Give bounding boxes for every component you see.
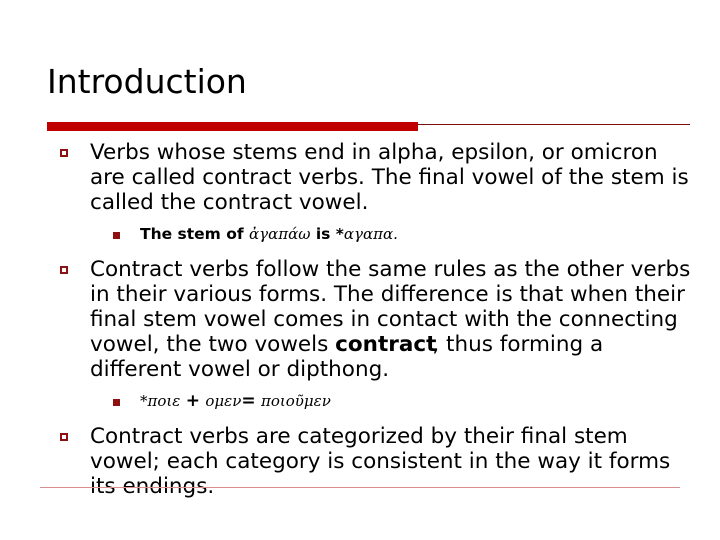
- formula-result: ποιοῦμεν: [261, 392, 331, 410]
- bullet-item-2: Contract verbs follow the same rules as …: [0, 257, 720, 382]
- formula-term-2: ομεν: [205, 392, 242, 410]
- page-title: Introduction: [47, 62, 247, 101]
- title-underline-rule: [47, 122, 690, 131]
- formula-plus-operator: +: [185, 391, 200, 411]
- sub-bullet-item-2: *ποιε + ομεν= ποιοῦμεν: [0, 390, 720, 412]
- bullet-2-bold-word: contract: [335, 332, 437, 357]
- slide-body: Verbs whose stems end in alpha, epsilon,…: [0, 140, 720, 499]
- bullet-item-1-text: Verbs whose stems end in alpha, epsilon,…: [90, 140, 689, 215]
- formula-equals-operator: =: [241, 391, 256, 411]
- square-outline-bullet-icon: [60, 149, 68, 157]
- bullet-item-2-text: Contract verbs follow the same rules as …: [90, 257, 696, 382]
- title-area: Introduction: [47, 62, 687, 102]
- square-outline-bullet-icon: [60, 266, 68, 274]
- sub-bullet-item-1-text: The stem of ἀγαπάω is *αγαπα.: [140, 223, 696, 245]
- sub-bullet-1-lead: The stem of: [140, 225, 249, 243]
- slide-canvas: Introduction Verbs whose stems end in al…: [0, 0, 720, 540]
- formula-star: *: [140, 392, 148, 410]
- title-rule-thick-segment: [47, 122, 418, 131]
- title-rule-thin-segment: [418, 124, 690, 125]
- sub-bullet-1-tail: .: [393, 225, 398, 243]
- sub-bullet-1-mid: is *: [310, 225, 344, 243]
- sub-bullet-item-1: The stem of ἀγαπάω is *αγαπα.: [0, 223, 720, 245]
- lower-separator-rule: [40, 487, 680, 488]
- square-filled-bullet-icon: [113, 232, 120, 239]
- sub-bullet-1-greek-word: ἀγαπάω: [249, 225, 311, 243]
- sub-bullet-1-greek-stem: αγαπα: [343, 225, 394, 243]
- formula-term-1: ποιε: [147, 392, 181, 410]
- square-filled-bullet-icon: [113, 399, 120, 406]
- sub-bullet-item-2-text: *ποιε + ομεν= ποιοῦμεν: [140, 390, 696, 412]
- square-outline-bullet-icon: [60, 433, 68, 441]
- bullet-item-1: Verbs whose stems end in alpha, epsilon,…: [0, 140, 720, 215]
